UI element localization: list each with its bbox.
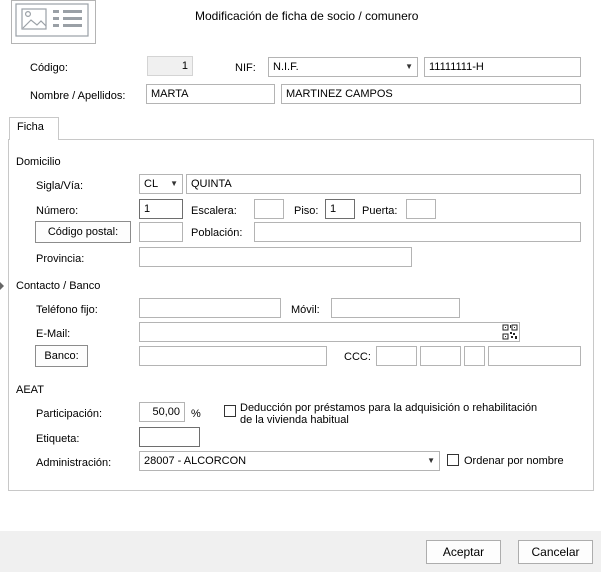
form-header-icon-frame: [11, 0, 96, 44]
puerta-field[interactable]: [406, 199, 436, 219]
piso-label: Piso:: [294, 205, 319, 217]
participacion-field[interactable]: 50,00: [139, 402, 185, 422]
ccc-oficina-field[interactable]: [420, 346, 461, 366]
nombre-label: Nombre / Apellidos:: [30, 90, 126, 102]
aceptar-button[interactable]: Aceptar: [426, 540, 501, 564]
ccc-entidad-field[interactable]: [376, 346, 417, 366]
qr-code-icon[interactable]: [502, 324, 518, 340]
chevron-down-icon: ▼: [405, 62, 413, 71]
ordenar-label: Ordenar por nombre: [464, 455, 564, 467]
poblacion-label: Población:: [191, 227, 243, 239]
ccc-dc-field[interactable]: [464, 346, 485, 366]
nif-label: NIF:: [235, 62, 256, 74]
provincia-label: Provincia:: [36, 253, 85, 265]
escalera-field[interactable]: [254, 199, 284, 219]
sigla-label: Sigla/Vía:: [36, 180, 84, 192]
telefono-label: Teléfono fijo:: [36, 304, 98, 316]
participacion-label: Participación:: [36, 408, 103, 420]
administracion-value: 28007 - ALCORCON: [144, 455, 247, 467]
deduccion-label-2: de la vivienda habitual: [240, 414, 349, 426]
banco-button[interactable]: Banco:: [35, 345, 88, 367]
percent-sign: %: [191, 408, 201, 420]
deduccion-checkbox[interactable]: [224, 405, 236, 417]
codigo-label: Código:: [30, 62, 68, 74]
email-field[interactable]: [139, 322, 520, 342]
piso-field[interactable]: 1: [325, 199, 355, 219]
id-card-icon: [15, 3, 89, 37]
footer-bar: [0, 531, 601, 572]
row-marker-icon: [0, 282, 4, 290]
etiqueta-label: Etiqueta:: [36, 433, 80, 445]
administracion-label: Administración:: [36, 457, 112, 469]
chevron-down-icon: ▼: [170, 179, 178, 188]
tab-ficha-label: Ficha: [17, 121, 44, 133]
contacto-title: Contacto / Banco: [16, 280, 101, 292]
telefono-field[interactable]: [139, 298, 281, 318]
codigo-postal-field[interactable]: [139, 222, 183, 242]
provincia-field[interactable]: [139, 247, 412, 267]
numero-field[interactable]: 1: [139, 199, 183, 219]
escalera-label: Escalera:: [191, 205, 237, 217]
domicilio-title: Domicilio: [16, 156, 61, 168]
window-title: Modificación de ficha de socio / comuner…: [195, 9, 419, 23]
ordenar-checkbox[interactable]: [447, 454, 459, 466]
numero-label: Número:: [36, 205, 79, 217]
nif-type-value: N.I.F.: [273, 61, 299, 73]
codigo-postal-button[interactable]: Código postal:: [35, 221, 131, 243]
tab-ficha[interactable]: Ficha: [9, 117, 59, 140]
movil-label: Móvil:: [291, 304, 320, 316]
nombre-field[interactable]: MARTA: [146, 84, 275, 104]
etiqueta-field[interactable]: [139, 427, 200, 447]
banco-field[interactable]: [139, 346, 327, 366]
poblacion-field[interactable]: [254, 222, 581, 242]
nif-type-select[interactable]: N.I.F. ▼: [268, 57, 418, 77]
sigla-select[interactable]: CL ▼: [139, 174, 183, 194]
puerta-label: Puerta:: [362, 205, 398, 217]
ccc-label: CCC:: [344, 351, 371, 363]
codigo-field[interactable]: 1: [147, 56, 193, 76]
ccc-cuenta-field[interactable]: [488, 346, 581, 366]
apellidos-field[interactable]: MARTINEZ CAMPOS: [281, 84, 581, 104]
aeat-title: AEAT: [16, 384, 44, 396]
sigla-value: CL: [144, 178, 159, 190]
nif-field[interactable]: 11111111-H: [424, 57, 581, 77]
chevron-down-icon: ▼: [427, 456, 435, 465]
movil-field[interactable]: [331, 298, 460, 318]
cancelar-button[interactable]: Cancelar: [518, 540, 593, 564]
via-field[interactable]: QUINTA: [186, 174, 581, 194]
administracion-select[interactable]: 28007 - ALCORCON ▼: [139, 451, 440, 471]
email-label: E-Mail:: [36, 328, 71, 340]
